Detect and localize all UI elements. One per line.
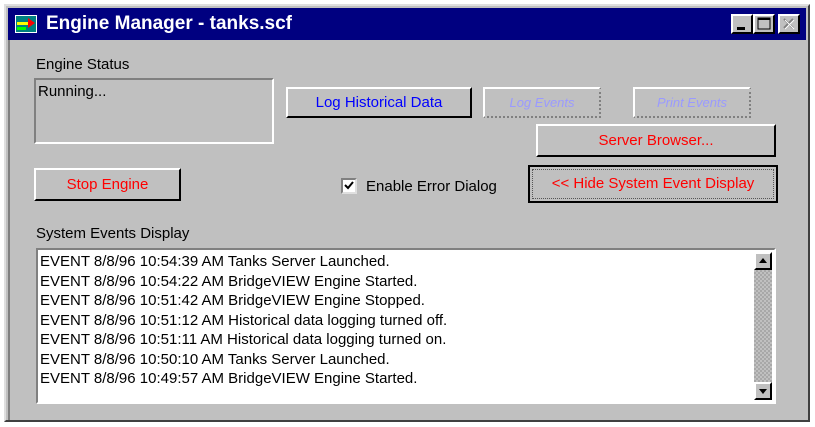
server-browser-button[interactable]: Server Browser...	[536, 124, 776, 157]
scroll-up-button[interactable]	[754, 252, 772, 270]
print-events-button[interactable]: Print Events	[633, 87, 751, 118]
close-icon	[783, 18, 795, 30]
stop-engine-button[interactable]: Stop Engine	[34, 168, 181, 201]
title-bar[interactable]: Engine Manager - tanks.scf	[8, 8, 806, 40]
list-item[interactable]: EVENT 8/8/96 10:51:11 AM Historical data…	[40, 330, 752, 350]
list-item[interactable]: EVENT 8/8/96 10:54:22 AM BridgeVIEW Engi…	[40, 272, 752, 292]
system-events-display-label: System Events Display	[36, 225, 190, 242]
print-events-label: Print Events	[656, 95, 728, 110]
minimize-icon	[737, 27, 745, 30]
log-events-button[interactable]: Log Events	[483, 87, 601, 118]
window-left-edge	[8, 40, 10, 420]
log-historical-data-button[interactable]: Log Historical Data	[286, 87, 472, 118]
list-item[interactable]: EVENT 8/8/96 10:54:39 AM Tanks Server La…	[40, 252, 752, 272]
down-arrow-icon	[759, 389, 767, 394]
maximize-icon	[757, 17, 771, 30]
up-arrow-icon	[759, 258, 767, 263]
window-title: Engine Manager - tanks.scf	[46, 13, 293, 34]
checkmark-icon	[344, 181, 354, 190]
maximize-button[interactable]	[753, 14, 775, 34]
engine-status-display: Running...	[34, 78, 274, 144]
close-button[interactable]	[778, 14, 800, 34]
log-events-label: Log Events	[509, 95, 575, 110]
vertical-scrollbar[interactable]	[754, 252, 772, 400]
minimize-button[interactable]	[731, 14, 753, 34]
engine-status-label: Engine Status	[36, 56, 130, 73]
server-browser-label: Server Browser...	[598, 132, 714, 149]
engine-manager-window: Engine Manager - tanks.scf Engine Status…	[4, 4, 810, 422]
system-events-list[interactable]: EVENT 8/8/96 10:54:39 AM Tanks Server La…	[36, 248, 776, 404]
hide-system-event-display-button[interactable]: << Hide System Event Display	[528, 165, 778, 203]
stop-engine-label: Stop Engine	[66, 176, 149, 193]
engine-status-value: Running...	[38, 83, 107, 100]
enable-error-dialog-checkbox[interactable]	[341, 178, 357, 194]
list-item[interactable]: EVENT 8/8/96 10:51:42 AM BridgeVIEW Engi…	[40, 291, 752, 311]
system-events-rows: EVENT 8/8/96 10:54:39 AM Tanks Server La…	[40, 252, 752, 400]
list-item[interactable]: EVENT 8/8/96 10:49:57 AM BridgeVIEW Engi…	[40, 369, 752, 389]
scroll-track[interactable]	[754, 270, 772, 382]
log-historical-data-label: Log Historical Data	[315, 94, 443, 111]
enable-error-dialog-label[interactable]: Enable Error Dialog	[366, 178, 497, 195]
hide-system-event-display-label: << Hide System Event Display	[551, 175, 755, 192]
app-icon	[15, 15, 37, 33]
list-item[interactable]: EVENT 8/8/96 10:50:10 AM Tanks Server La…	[40, 350, 752, 370]
list-item[interactable]: EVENT 8/8/96 10:51:12 AM Historical data…	[40, 311, 752, 331]
scroll-down-button[interactable]	[754, 382, 772, 400]
